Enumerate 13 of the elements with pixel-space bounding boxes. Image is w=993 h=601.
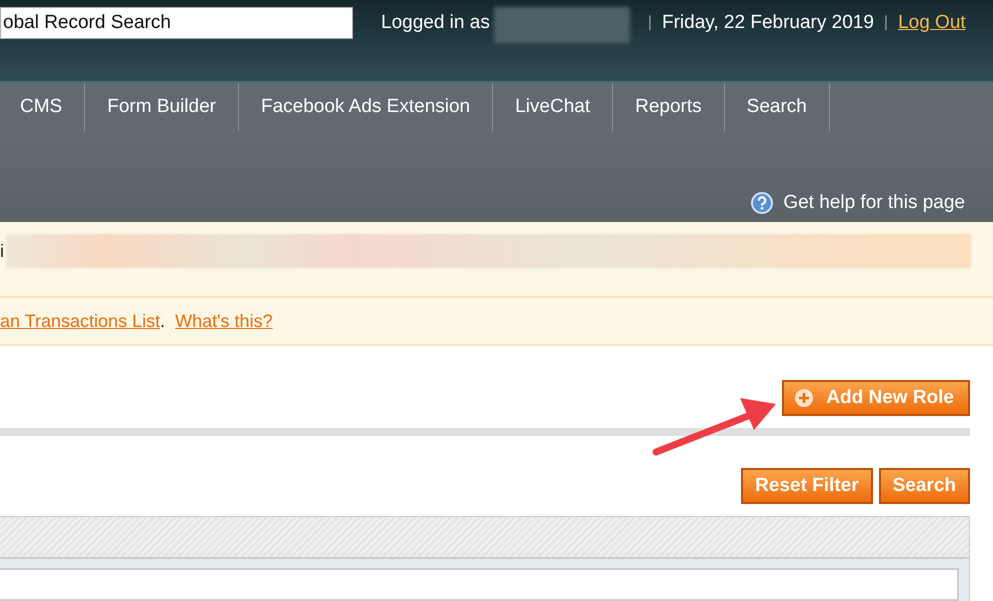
- separator-text: |: [884, 13, 888, 33]
- logout-link[interactable]: Log Out: [898, 7, 966, 39]
- filter-field[interactable]: [0, 568, 959, 601]
- plus-icon: [794, 388, 814, 408]
- global-search-field[interactable]: obal Record Search: [0, 7, 353, 39]
- transactions-link[interactable]: an Transactions List: [0, 310, 160, 332]
- separator-text: |: [648, 13, 652, 33]
- help-icon: [751, 192, 774, 214]
- logged-in-label: Logged in as: [381, 11, 490, 35]
- notice-text: i: [0, 240, 5, 263]
- separator-text: .: [160, 310, 166, 332]
- current-date: Friday, 22 February 2019: [662, 11, 874, 35]
- whats-this-link[interactable]: What's this?: [175, 310, 273, 332]
